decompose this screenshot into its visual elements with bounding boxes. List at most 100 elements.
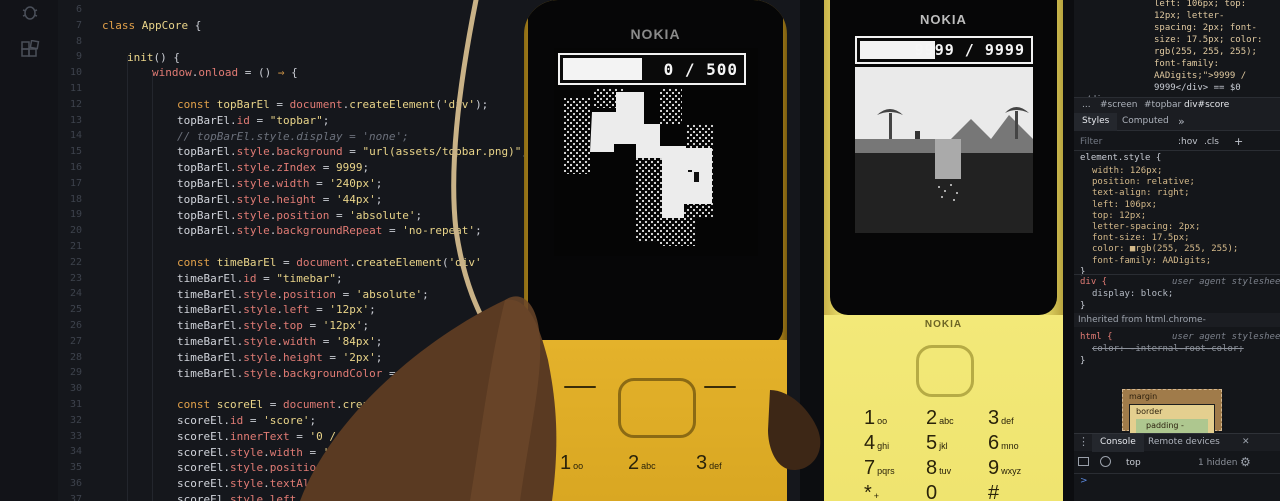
phone-left-screen: 0 / 500	[554, 48, 758, 256]
line-number: 12	[69, 98, 82, 110]
code-line: const timeBarEl = document.createElement…	[177, 256, 482, 269]
gear-icon[interactable]: ⚙	[1240, 455, 1251, 469]
phone-right-dpad[interactable]	[916, 345, 974, 397]
css-property[interactable]: top: 12px;	[1092, 210, 1146, 222]
key-hash[interactable]: #	[988, 482, 1001, 501]
key-number: 2	[926, 407, 938, 429]
css-property[interactable]: width: 126px;	[1092, 165, 1162, 177]
line-number: 30	[69, 383, 82, 395]
dom-source-line: font-family:	[1154, 59, 1220, 69]
phone-right-keypad: NOKIA 1 oo 2 abc 3 def 4 ghi 5 jkl 6 mno 7 pqrs 8 tuv 9 w…	[824, 315, 1063, 501]
key-6[interactable]: 6 mno	[988, 432, 1019, 455]
hov-button[interactable]: :hov	[1178, 137, 1198, 147]
tab-more[interactable]: »	[1178, 115, 1185, 128]
debug-icon[interactable]	[20, 2, 40, 22]
score-bar: 0 / 500	[558, 53, 746, 85]
key-letters: oo	[877, 416, 888, 426]
breadcrumb-item[interactable]: ...	[1082, 100, 1091, 110]
line-number: 22	[69, 256, 82, 268]
tab-computed[interactable]: Computed	[1122, 116, 1169, 126]
key-1[interactable]: 1 oo	[560, 452, 583, 475]
breadcrumb-item[interactable]: div#score	[1184, 100, 1229, 110]
indent-guide	[127, 56, 128, 501]
code-line: topBarEl.style.background = "url(assets/…	[177, 145, 528, 159]
key-number: 4	[864, 432, 876, 454]
css-property[interactable]: text-align: right;	[1092, 187, 1190, 199]
new-rule-button[interactable]: +	[1234, 135, 1243, 148]
line-number: 11	[69, 83, 82, 94]
css-property[interactable]: font-family: AADigits;	[1092, 255, 1211, 267]
tab-remote-devices[interactable]: Remote devices	[1148, 437, 1220, 447]
sidebar-toggle-icon[interactable]	[1078, 457, 1089, 466]
line-number: 19	[69, 209, 82, 221]
code-line: timeBarEl.style.backgroundColor = '#FFFF…	[177, 366, 449, 380]
console-toolbar: top 1 hidden ⚙	[1074, 452, 1280, 474]
key-5[interactable]: 5 jkl	[926, 432, 948, 455]
key-star[interactable]: * +	[864, 482, 879, 501]
phone-left-keypad: 1 oo 2 abc 3 def	[524, 340, 787, 501]
line-number: 32	[69, 414, 82, 426]
line-number: 18	[69, 193, 82, 205]
key-9[interactable]: 9 wxyz	[988, 457, 1021, 480]
key-number: #	[988, 482, 1000, 501]
line-number: 36	[69, 478, 82, 489]
tab-console[interactable]: Console	[1092, 434, 1144, 452]
css-property[interactable]: letter-spacing: 2px;	[1092, 221, 1200, 233]
key-8[interactable]: 8 tuv	[926, 457, 951, 480]
breadcrumb-item[interactable]: #screen	[1100, 100, 1137, 110]
phone-right-brand: NOKIA	[920, 12, 967, 27]
key-2[interactable]: 2 abc	[628, 452, 656, 475]
cls-button[interactable]: .cls	[1204, 137, 1219, 147]
line-number: 21	[69, 241, 82, 252]
tab-styles[interactable]: Styles	[1074, 113, 1118, 131]
styles-filter-bar: Filter :hov .cls +	[1074, 133, 1280, 151]
css-property[interactable]: color: ■rgb(255, 255, 255);	[1092, 243, 1238, 255]
dom-source-line: 12px; letter-	[1154, 11, 1225, 21]
hidden-count: 1 hidden	[1198, 458, 1238, 468]
code-line: topBarEl.style.position = 'absolute';	[177, 208, 423, 222]
key-3[interactable]: 3 def	[988, 407, 1014, 430]
console-prompt[interactable]: >	[1080, 476, 1088, 486]
phone-left-dpad[interactable]	[618, 378, 696, 438]
softkey-left[interactable]	[564, 386, 596, 388]
key-7[interactable]: 7 pqrs	[864, 457, 895, 480]
softkey-right[interactable]	[704, 386, 736, 388]
css-property[interactable]: font-size: 17.5px;	[1092, 232, 1190, 244]
box-model-margin: margin border padding -	[1122, 389, 1222, 435]
phone-left: NOKIA 0 / 500 1 oo 2 abc 3 def	[524, 0, 787, 501]
key-letters: abc	[641, 461, 656, 471]
key-0[interactable]: 0	[926, 482, 939, 501]
filter-input[interactable]: Filter	[1080, 137, 1102, 147]
key-2[interactable]: 2 abc	[926, 407, 954, 430]
score-text: 9999 / 9999	[914, 41, 1025, 59]
line-number: 14	[69, 130, 82, 142]
key-4[interactable]: 4 ghi	[864, 432, 889, 455]
key-1[interactable]: 1 oo	[864, 407, 887, 430]
clear-console-icon[interactable]	[1100, 456, 1111, 467]
code-line: const topBarEl = document.createElement(…	[177, 98, 489, 111]
key-letters: def	[1001, 416, 1014, 426]
extensions-icon[interactable]	[20, 39, 40, 60]
dom-source-line: 9999</div> == $0	[1154, 83, 1241, 93]
code-line: scoreEl.style.width = '126px'	[177, 445, 370, 459]
key-letters: tuv	[939, 466, 952, 476]
css-property[interactable]: left: 106px;	[1092, 199, 1157, 211]
line-number: 13	[69, 114, 82, 126]
code-line: timeBarEl.style.left = '12px';	[177, 303, 376, 317]
breadcrumb-item[interactable]: #topbar	[1144, 100, 1181, 110]
drawer-close-icon[interactable]: ✕	[1242, 437, 1250, 447]
inherited-bar: Inherited from html.chrome-	[1074, 313, 1280, 327]
html-rule-prop: color: -internal-root-color;	[1092, 344, 1244, 354]
key-3[interactable]: 3 def	[696, 452, 722, 475]
key-number: 2	[628, 452, 640, 474]
line-number-gutter: 6 7 8 9 10 11 12 13 14 15 16 17 18 19 20 21 22 23 24 25 26 27…	[58, 0, 88, 501]
phone-right: NOKIA 9999 / 9999 NOKIA 1 oo 2 abc 3 def 4 ghi 5…	[824, 0, 1063, 501]
css-property[interactable]: position: relative;	[1092, 176, 1195, 188]
line-number: 9	[75, 51, 82, 63]
context-select[interactable]: top	[1126, 458, 1141, 468]
key-number: 3	[696, 452, 708, 474]
key-number: 6	[988, 432, 1000, 454]
drawer-menu-icon[interactable]: ⋮	[1078, 435, 1089, 448]
pyramid-icon	[951, 115, 1033, 139]
key-number: 1	[560, 452, 572, 474]
